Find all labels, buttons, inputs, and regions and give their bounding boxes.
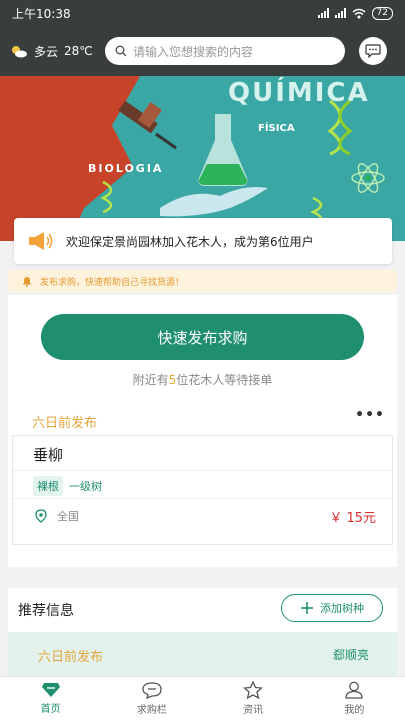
- purchase-card: 快速发布求购 附近有5位花木人等待接单 六日前发布 ••• 垂柳 裸根 一级树 …: [8, 295, 397, 567]
- divider: [13, 498, 392, 499]
- tab-profile[interactable]: 我的: [304, 677, 405, 720]
- temperature: 28℃: [64, 44, 93, 58]
- search-placeholder: 请输入您想搜索的内容: [133, 44, 254, 59]
- publish-time: 六日前发布: [32, 416, 98, 431]
- search-input[interactable]: 请输入您想搜索的内容: [105, 37, 345, 65]
- recommend-item[interactable]: 六日前发布 郄顺亮: [8, 632, 397, 680]
- purchase-item[interactable]: 垂柳 裸根 一级树 全国 ￥ 15元: [12, 435, 393, 545]
- dna-icon: [327, 99, 353, 156]
- nearby-suffix: 位花木人等待接单: [176, 373, 273, 387]
- status-time: 上午10:38: [12, 6, 71, 21]
- add-species-button[interactable]: 添加树种: [281, 594, 383, 622]
- plus-icon: [301, 602, 313, 614]
- chat-bubble-icon: [142, 681, 162, 699]
- tab-purchase-label: 求购栏: [136, 704, 167, 716]
- banner-word-biologia: BIOLOGIA: [88, 162, 164, 175]
- dna-small-icon: [100, 180, 113, 214]
- tab-home[interactable]: 首页: [0, 677, 101, 720]
- signal-icon: [334, 8, 346, 18]
- atom-icon: [351, 163, 385, 193]
- item-tags: 裸根 一级树: [33, 476, 102, 496]
- more-options-button[interactable]: •••: [355, 407, 385, 423]
- location-text: 全国: [57, 510, 79, 523]
- megaphone-icon: [29, 232, 53, 250]
- tab-news[interactable]: 资讯: [203, 677, 304, 720]
- home-gem-icon: [41, 683, 60, 697]
- tip-text: 发布求购，快速帮助自己寻找货源！: [40, 277, 185, 288]
- recommend-user: 郄顺亮: [332, 648, 369, 662]
- tab-home-label: 首页: [40, 704, 61, 715]
- app-screen: 上午10:38 72 多云 28℃ 请输入您想搜索的内容 QUÍMICA BIO…: [0, 0, 405, 720]
- item-name: 垂柳: [33, 446, 64, 464]
- bottom-tab-bar: 首页 求购栏 资讯 我的: [0, 676, 405, 720]
- item-location: 全国: [35, 508, 79, 524]
- welcome-text: 欢迎保定景尚园林加入花木人，成为第6位用户: [66, 234, 314, 249]
- item-price: ￥ 15元: [329, 511, 376, 526]
- banner-word-fisica: FÍSICA: [258, 123, 295, 134]
- weather-widget: 多云 28℃: [10, 43, 105, 60]
- cloudy-icon: [12, 46, 27, 58]
- add-species-label: 添加树种: [320, 602, 364, 615]
- item-tag: 裸根: [33, 476, 63, 496]
- quick-publish-button[interactable]: 快速发布求购: [41, 314, 364, 360]
- status-bar: 上午10:38 72: [0, 0, 405, 26]
- wifi-icon: [352, 8, 366, 18]
- recommend-title: 推荐信息: [18, 603, 74, 619]
- bell-icon: [22, 276, 32, 287]
- tab-news-label: 资讯: [243, 705, 264, 716]
- tab-purchase[interactable]: 求购栏: [101, 677, 202, 720]
- divider: [13, 470, 392, 471]
- user-icon: [345, 681, 364, 699]
- search-icon: [115, 45, 127, 57]
- tab-profile-label: 我的: [344, 705, 365, 716]
- message-button[interactable]: [359, 37, 387, 65]
- promo-banner[interactable]: QUÍMICA BIOLOGIA FÍSICA: [0, 76, 405, 241]
- microscope-icon: [118, 100, 177, 150]
- weather-text: 多云: [34, 44, 59, 59]
- hand-icon: [160, 187, 268, 217]
- signal-icon: [317, 8, 329, 18]
- recommend-section: 推荐信息 添加树种 六日前发布 郄顺亮: [8, 588, 397, 680]
- battery-indicator: 72: [371, 6, 393, 20]
- status-icons: 72: [317, 6, 393, 20]
- item-grade: 一级树: [69, 480, 102, 493]
- star-icon: [243, 681, 264, 699]
- tip-banner: 发布求购，快速帮助自己寻找货源！: [8, 270, 397, 292]
- nearby-info: 附近有5位花木人等待接单: [8, 371, 397, 388]
- location-pin-icon: [35, 509, 47, 523]
- top-bar: 多云 28℃ 请输入您想搜索的内容: [0, 26, 405, 76]
- nearby-prefix: 附近有: [132, 373, 169, 387]
- recommend-time: 六日前发布: [38, 650, 104, 665]
- chat-icon: [365, 44, 381, 58]
- welcome-notice: 欢迎保定景尚园林加入花木人，成为第6位用户: [14, 218, 392, 264]
